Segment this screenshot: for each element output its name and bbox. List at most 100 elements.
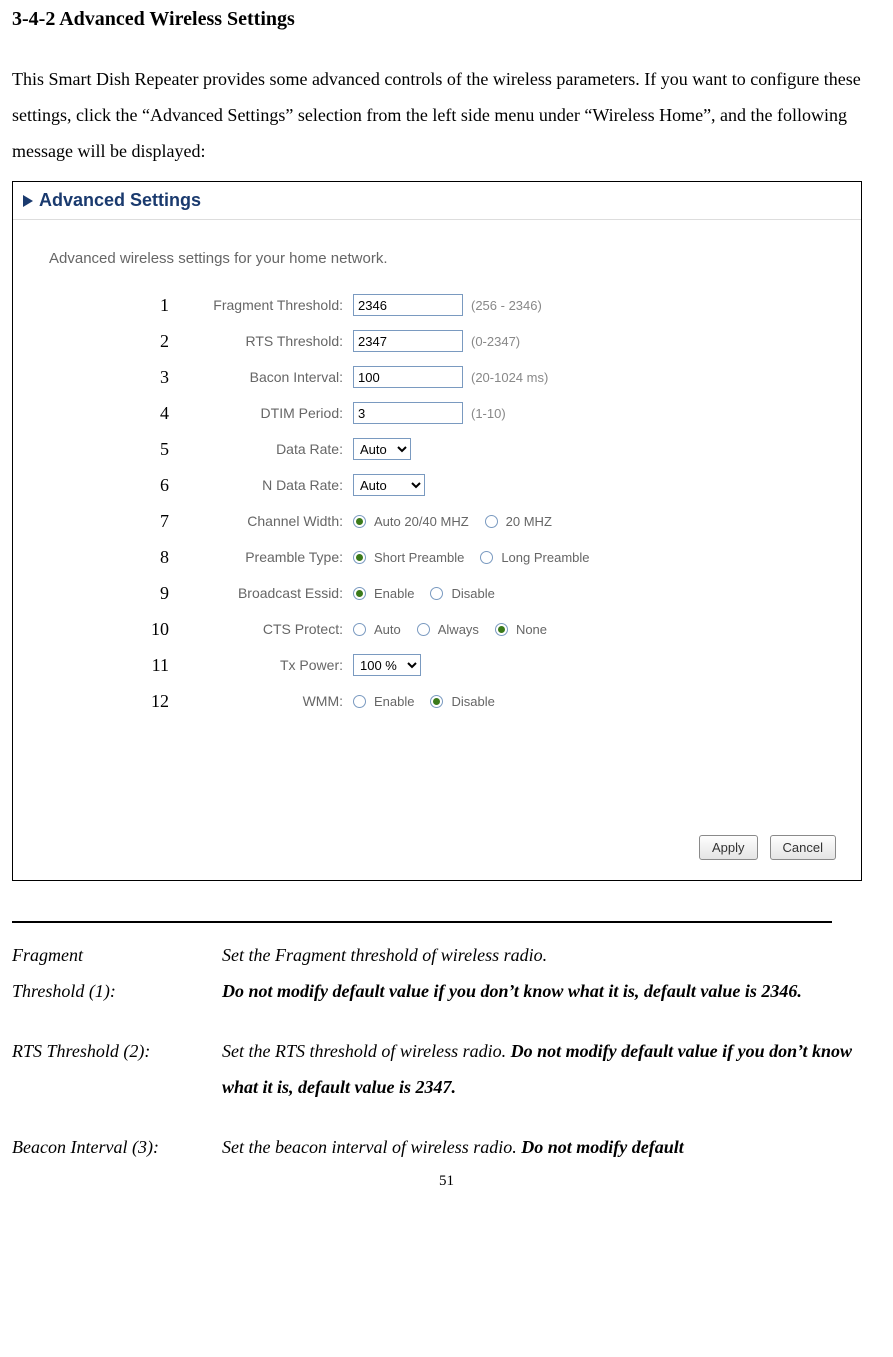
hint-text: (20-1024 ms) (471, 370, 548, 385)
arrow-icon (23, 195, 33, 207)
select-input[interactable]: 100 % (353, 654, 421, 676)
form-row: 11Tx Power:100 % (143, 647, 861, 683)
radio-label: None (516, 622, 547, 637)
row-label: Preamble Type: (169, 549, 353, 565)
row-label: CTS Protect: (169, 621, 353, 637)
row-control: EnableDisable (353, 694, 503, 709)
definitions-list: Fragment Threshold (1): Set the Fragment… (12, 937, 881, 1165)
hint-text: (256 - 2346) (471, 298, 542, 313)
radio-label: Auto 20/40 MHZ (374, 514, 469, 529)
row-control: (20-1024 ms) (353, 366, 548, 388)
row-number: 7 (143, 511, 169, 532)
radio-button[interactable] (353, 695, 366, 708)
row-number: 4 (143, 403, 169, 424)
form-row: 8Preamble Type: Short Preamble Long Preamb… (143, 539, 861, 575)
hint-text: (1-10) (471, 406, 506, 421)
radio-button[interactable] (430, 587, 443, 600)
radio-label: Disable (451, 586, 494, 601)
row-number: 2 (143, 331, 169, 352)
def-beacon-interval: Beacon Interval (3): Set the beacon inte… (12, 1129, 881, 1165)
row-number: 3 (143, 367, 169, 388)
radio-label: Enable (374, 586, 414, 601)
def-desc: Set the beacon interval of wireless radi… (222, 1129, 881, 1165)
cancel-button[interactable]: Cancel (770, 835, 836, 860)
row-control: Short Preamble Long Preamble (353, 550, 598, 565)
radio-label: 20 MHZ (506, 514, 552, 529)
button-bar: Apply Cancel (699, 835, 836, 860)
apply-button[interactable]: Apply (699, 835, 758, 860)
radio-label: Auto (374, 622, 401, 637)
select-input[interactable]: Auto (353, 438, 411, 460)
row-number: 11 (143, 655, 169, 676)
def-rts-threshold: RTS Threshold (2): Set the RTS threshold… (12, 1033, 881, 1105)
row-number: 12 (143, 691, 169, 712)
select-input[interactable]: Auto (353, 474, 425, 496)
row-label: Broadcast Essid: (169, 585, 353, 601)
radio-button[interactable] (353, 551, 366, 564)
text-input[interactable] (353, 402, 463, 424)
row-control: Auto (353, 438, 411, 460)
form-row: 6N Data Rate:Auto (143, 467, 861, 503)
row-control: Enable Disable (353, 586, 503, 601)
form-row: 12WMM:EnableDisable (143, 683, 861, 719)
row-label: RTS Threshold: (169, 333, 353, 349)
row-label: DTIM Period: (169, 405, 353, 421)
row-label: N Data Rate: (169, 477, 353, 493)
text-input[interactable] (353, 366, 463, 388)
def-term: Beacon Interval (3): (12, 1129, 222, 1165)
panel-description: Advanced wireless settings for your home… (13, 220, 861, 287)
row-label: Data Rate: (169, 441, 353, 457)
radio-button[interactable] (353, 623, 366, 636)
radio-label: Short Preamble (374, 550, 464, 565)
form-row: 4DTIM Period: (1-10) (143, 395, 861, 431)
radio-button[interactable] (430, 695, 443, 708)
panel-header: Advanced Settings (13, 182, 861, 220)
row-number: 10 (143, 619, 169, 640)
def-desc: Set the Fragment threshold of wireless r… (222, 937, 881, 1009)
radio-button[interactable] (480, 551, 493, 564)
row-number: 8 (143, 547, 169, 568)
radio-button[interactable] (353, 515, 366, 528)
row-control: 100 % (353, 654, 421, 676)
def-desc: Set the RTS threshold of wireless radio.… (222, 1033, 881, 1105)
def-term: Fragment Threshold (1): (12, 937, 222, 1009)
radio-button[interactable] (485, 515, 498, 528)
radio-button[interactable] (417, 623, 430, 636)
row-number: 9 (143, 583, 169, 604)
row-number: 6 (143, 475, 169, 496)
form-row: 9Broadcast Essid: Enable Disable (143, 575, 861, 611)
text-input[interactable] (353, 294, 463, 316)
row-label: WMM: (169, 693, 353, 709)
row-label: Tx Power: (169, 657, 353, 673)
settings-panel-screenshot: Advanced Settings Advanced wireless sett… (12, 181, 862, 881)
row-label: Bacon Interval: (169, 369, 353, 385)
row-control: Auto Always None (353, 622, 555, 637)
divider (12, 921, 832, 923)
form-area: 1Fragment Threshold: (256 - 2346) 2RTS Thr… (13, 287, 861, 719)
row-label: Fragment Threshold: (169, 297, 353, 313)
row-control: (256 - 2346) (353, 294, 542, 316)
row-label: Channel Width: (169, 513, 353, 529)
section-heading: 3-4-2 Advanced Wireless Settings (12, 8, 881, 31)
def-term: RTS Threshold (2): (12, 1033, 222, 1105)
row-control: Auto (353, 474, 425, 496)
page-number: 51 (12, 1173, 881, 1190)
row-control: Auto 20/40 MHZ 20 MHZ (353, 514, 560, 529)
panel-title: Advanced Settings (39, 190, 201, 211)
form-row: 2RTS Threshold: (0-2347) (143, 323, 861, 359)
radio-label: Long Preamble (501, 550, 589, 565)
radio-button[interactable] (353, 587, 366, 600)
radio-label: Always (438, 622, 479, 637)
form-row: 10CTS Protect: Auto Always None (143, 611, 861, 647)
hint-text: (0-2347) (471, 334, 520, 349)
text-input[interactable] (353, 330, 463, 352)
form-row: 5Data Rate:Auto (143, 431, 861, 467)
form-row: 1Fragment Threshold: (256 - 2346) (143, 287, 861, 323)
row-number: 5 (143, 439, 169, 460)
intro-paragraph: This Smart Dish Repeater provides some a… (12, 61, 881, 169)
row-control: (1-10) (353, 402, 506, 424)
row-control: (0-2347) (353, 330, 520, 352)
row-number: 1 (143, 295, 169, 316)
form-row: 7Channel Width: Auto 20/40 MHZ 20 MHZ (143, 503, 861, 539)
radio-button[interactable] (495, 623, 508, 636)
